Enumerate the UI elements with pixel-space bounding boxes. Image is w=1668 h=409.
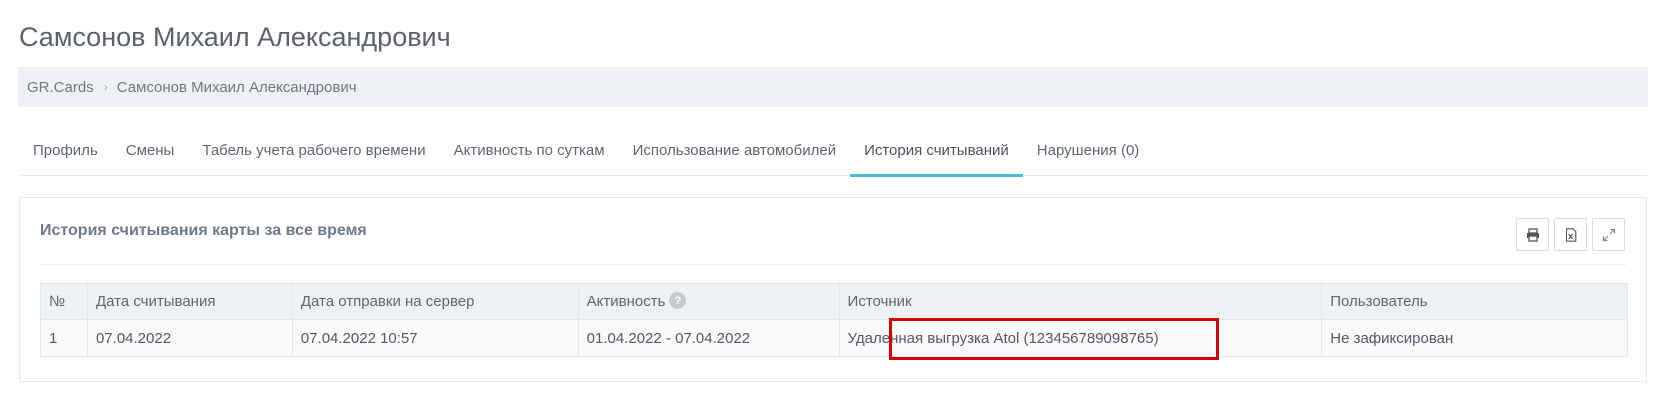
expand-icon [1602, 228, 1615, 241]
column-header-activity-label: Активность [586, 292, 666, 310]
tab-violations[interactable]: Нарушения (0) [1023, 130, 1154, 176]
breadcrumb: GR.Cards › Самсонов Михаил Александрович [18, 67, 1648, 107]
print-icon [1526, 227, 1539, 242]
column-header-source[interactable]: Источник [838, 283, 1323, 320]
tab-daily-activity[interactable]: Активность по суткам [440, 130, 619, 176]
page-title: Самсонов Михаил Александрович [19, 22, 451, 52]
breadcrumb-current: Самсонов Михаил Александрович [116, 78, 357, 96]
tab-bar: Профиль Смены Табель учета рабочего врем… [19, 130, 1647, 177]
tab-timesheet[interactable]: Табель учета рабочего времени [188, 130, 439, 176]
cell-activity: 01.04.2022 - 07.04.2022 [577, 319, 840, 357]
column-header-sent-date[interactable]: Дата отправки на сервер [291, 283, 579, 320]
breadcrumb-root-link[interactable]: GR.Cards [27, 79, 94, 96]
read-history-table: № Дата считывания Дата отправки на серве… [40, 283, 1628, 357]
panel-divider [40, 264, 1626, 265]
column-header-user[interactable]: Пользователь [1321, 283, 1628, 320]
table-header-row: № Дата считывания Дата отправки на серве… [40, 283, 1628, 320]
breadcrumb-separator-icon: › [103, 80, 108, 94]
cell-source: Удаленная выгрузка Atol (123456789098765… [838, 319, 1323, 357]
tab-read-history[interactable]: История считываний [850, 130, 1023, 177]
tab-shifts[interactable]: Смены [112, 130, 189, 176]
cell-num: 1 [40, 319, 88, 357]
panel-toolbar [1516, 218, 1625, 251]
expand-button[interactable] [1592, 218, 1625, 251]
excel-export-icon [1565, 227, 1576, 242]
panel-title: История считывания карты за все время [40, 222, 367, 239]
excel-export-button[interactable] [1554, 218, 1587, 251]
cell-sent-date: 07.04.2022 10:57 [291, 319, 579, 357]
column-header-read-date[interactable]: Дата считывания [86, 283, 293, 320]
help-icon[interactable]: ? [669, 292, 687, 310]
cell-read-date: 07.04.2022 [86, 319, 293, 357]
print-button[interactable] [1516, 218, 1549, 251]
cell-user: Не зафиксирован [1321, 319, 1628, 357]
read-history-panel: История считывания карты за все время № … [19, 197, 1647, 382]
tab-vehicle-usage[interactable]: Использование автомобилей [619, 130, 850, 176]
tab-profile[interactable]: Профиль [19, 130, 112, 176]
column-header-activity[interactable]: Активность? [577, 283, 840, 320]
table-row[interactable]: 1 07.04.2022 07.04.2022 10:57 01.04.2022… [40, 319, 1628, 357]
column-header-num[interactable]: № [40, 283, 88, 320]
